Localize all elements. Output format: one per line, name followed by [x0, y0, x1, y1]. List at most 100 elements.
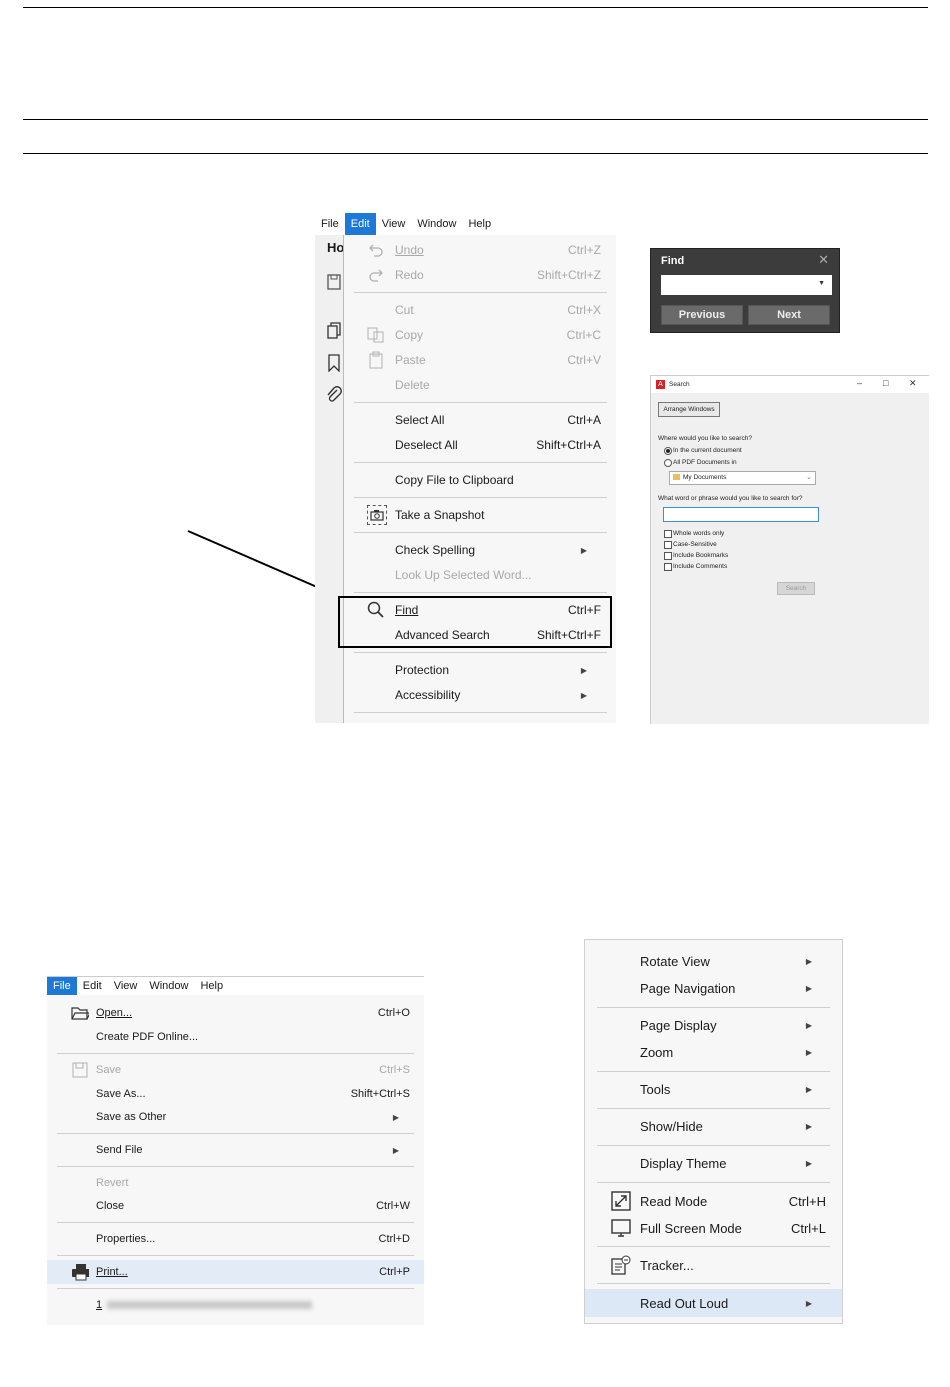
separator	[354, 592, 607, 593]
cut-item[interactable]: Cut Ctrl+X	[344, 302, 616, 318]
save-icon	[71, 1061, 89, 1079]
submenu-arrow-icon: ▶	[805, 1121, 812, 1131]
page-display-item[interactable]: Page Display ▶	[585, 1016, 842, 1034]
close-item[interactable]: Close Ctrl+W	[47, 1198, 424, 1214]
read-out-loud-item[interactable]: Read Out Loud ▶	[585, 1289, 842, 1317]
protection-label: Protection	[395, 663, 450, 677]
include-comments-checkbox[interactable]	[664, 563, 672, 571]
whole-words-checkbox[interactable]	[664, 530, 672, 538]
menu-view[interactable]: View	[108, 977, 144, 995]
menu-edit[interactable]: Edit	[344, 213, 376, 235]
full-screen-item[interactable]: Full Screen Mode Ctrl+L	[585, 1218, 842, 1238]
menu-window[interactable]: Window	[411, 213, 462, 235]
rotate-view-item[interactable]: Rotate View ▶	[585, 952, 842, 970]
create-pdf-item[interactable]: Create PDF Online...	[47, 1029, 424, 1045]
pages-icon[interactable]	[327, 322, 341, 340]
menu-window[interactable]: Window	[143, 977, 194, 995]
submenu-arrow-icon: ▶	[805, 1047, 812, 1057]
check-spelling-item[interactable]: Check Spelling ▶	[344, 542, 616, 558]
folder-open-icon	[71, 1004, 89, 1022]
tracker-icon	[611, 1255, 631, 1275]
redo-item[interactable]: Redo Shift+Ctrl+Z	[344, 267, 616, 283]
menu-help[interactable]: Help	[462, 213, 497, 235]
snapshot-item[interactable]: Take a Snapshot	[344, 505, 616, 525]
menu-file[interactable]: File	[47, 977, 77, 995]
accessibility-item[interactable]: Accessibility ▶	[344, 687, 616, 703]
submenu-arrow-icon: ▶	[805, 1298, 812, 1308]
include-comments-label: Include Comments	[673, 563, 728, 570]
open-item[interactable]: Open... Ctrl+O	[47, 1005, 424, 1021]
protection-item[interactable]: Protection ▶	[344, 662, 616, 678]
separator	[354, 532, 607, 533]
include-bookmarks-checkbox[interactable]	[664, 552, 672, 560]
copy-item[interactable]: Copy Ctrl+C	[344, 327, 616, 343]
phrase-input[interactable]	[663, 507, 819, 522]
separator	[597, 1071, 830, 1072]
menu-file[interactable]: File	[315, 213, 345, 235]
chevron-down-icon[interactable]: ▼	[818, 280, 825, 287]
find-dialog: Find ✕ ▼ Previous Next	[650, 248, 840, 333]
copy-file-item[interactable]: Copy File to Clipboard	[344, 472, 616, 488]
close-icon[interactable]: ✕	[818, 252, 829, 268]
radio-all-pdf[interactable]	[664, 459, 672, 467]
acrobat-logo-icon: A	[656, 380, 665, 389]
recent-file-item[interactable]: 1	[47, 1297, 424, 1313]
next-button[interactable]: Next	[748, 305, 830, 325]
show-hide-item[interactable]: Show/Hide ▶	[585, 1117, 842, 1135]
delete-item[interactable]: Delete	[344, 377, 616, 393]
separator	[354, 497, 607, 498]
folder-value: My Documents	[683, 474, 727, 481]
close-label: Close	[96, 1200, 125, 1212]
search-button[interactable]: Search	[777, 582, 815, 595]
previous-button[interactable]: Previous	[661, 305, 743, 325]
recent-file-number: 1	[96, 1299, 103, 1311]
send-file-item[interactable]: Send File ▶	[47, 1142, 424, 1158]
zoom-item[interactable]: Zoom ▶	[585, 1043, 842, 1061]
separator	[354, 292, 607, 293]
tools-item[interactable]: Tools ▶	[585, 1080, 842, 1098]
redo-label: Redo	[395, 268, 424, 282]
save-item[interactable]: Save Ctrl+S	[47, 1062, 424, 1078]
paste-shortcut: Ctrl+V	[567, 353, 601, 367]
undo-item[interactable]: Undo Ctrl+Z	[344, 242, 616, 258]
properties-item[interactable]: Properties... Ctrl+D	[47, 1231, 424, 1247]
case-sensitive-checkbox[interactable]	[664, 541, 672, 549]
page-navigation-item[interactable]: Page Navigation ▶	[585, 979, 842, 997]
print-item[interactable]: Print... Ctrl+P	[47, 1260, 424, 1284]
close-icon[interactable]: ✕	[909, 378, 917, 389]
read-mode-item[interactable]: Read Mode Ctrl+H	[585, 1191, 842, 1211]
menu-view[interactable]: View	[376, 213, 412, 235]
separator	[354, 652, 607, 653]
arrange-windows-button[interactable]: Arrange Windows	[658, 402, 720, 417]
select-all-item[interactable]: Select All Ctrl+A	[344, 412, 616, 428]
paste-item[interactable]: Paste Ctrl+V	[344, 351, 616, 369]
save-as-item[interactable]: Save As... Shift+Ctrl+S	[47, 1086, 424, 1102]
menu-bar: File Edit View Window Help	[47, 977, 424, 995]
save-icon[interactable]	[327, 274, 341, 290]
submenu-arrow-icon: ▶	[805, 1084, 812, 1094]
separator	[597, 1145, 830, 1146]
display-theme-item[interactable]: Display Theme ▶	[585, 1154, 842, 1172]
include-bookmarks-label: Include Bookmarks	[673, 552, 729, 559]
look-up-item[interactable]: Look Up Selected Word...	[344, 567, 616, 583]
home-tab-fragment[interactable]: Ho	[327, 240, 344, 255]
revert-item[interactable]: Revert	[47, 1175, 424, 1191]
find-input[interactable]	[661, 275, 832, 295]
folder-select[interactable]: My Documents ⌄	[669, 471, 816, 485]
printer-icon	[71, 1263, 89, 1281]
separator	[354, 462, 607, 463]
minimize-icon[interactable]: –	[857, 378, 862, 388]
separator	[57, 1255, 414, 1256]
maximize-icon[interactable]: □	[883, 378, 888, 388]
zoom-label: Zoom	[640, 1044, 674, 1060]
menu-edit[interactable]: Edit	[77, 977, 108, 995]
attachment-icon[interactable]	[326, 386, 342, 404]
tracker-item[interactable]: Tracker...	[585, 1255, 842, 1275]
save-other-label: Save as Other	[96, 1111, 167, 1123]
menu-help[interactable]: Help	[194, 977, 229, 995]
save-other-item[interactable]: Save as Other ▶	[47, 1109, 424, 1125]
check-spelling-label: Check Spelling	[395, 543, 476, 557]
radio-current-document[interactable]	[664, 447, 672, 455]
deselect-all-item[interactable]: Deselect All Shift+Ctrl+A	[344, 437, 616, 453]
bookmark-icon[interactable]	[328, 354, 340, 372]
